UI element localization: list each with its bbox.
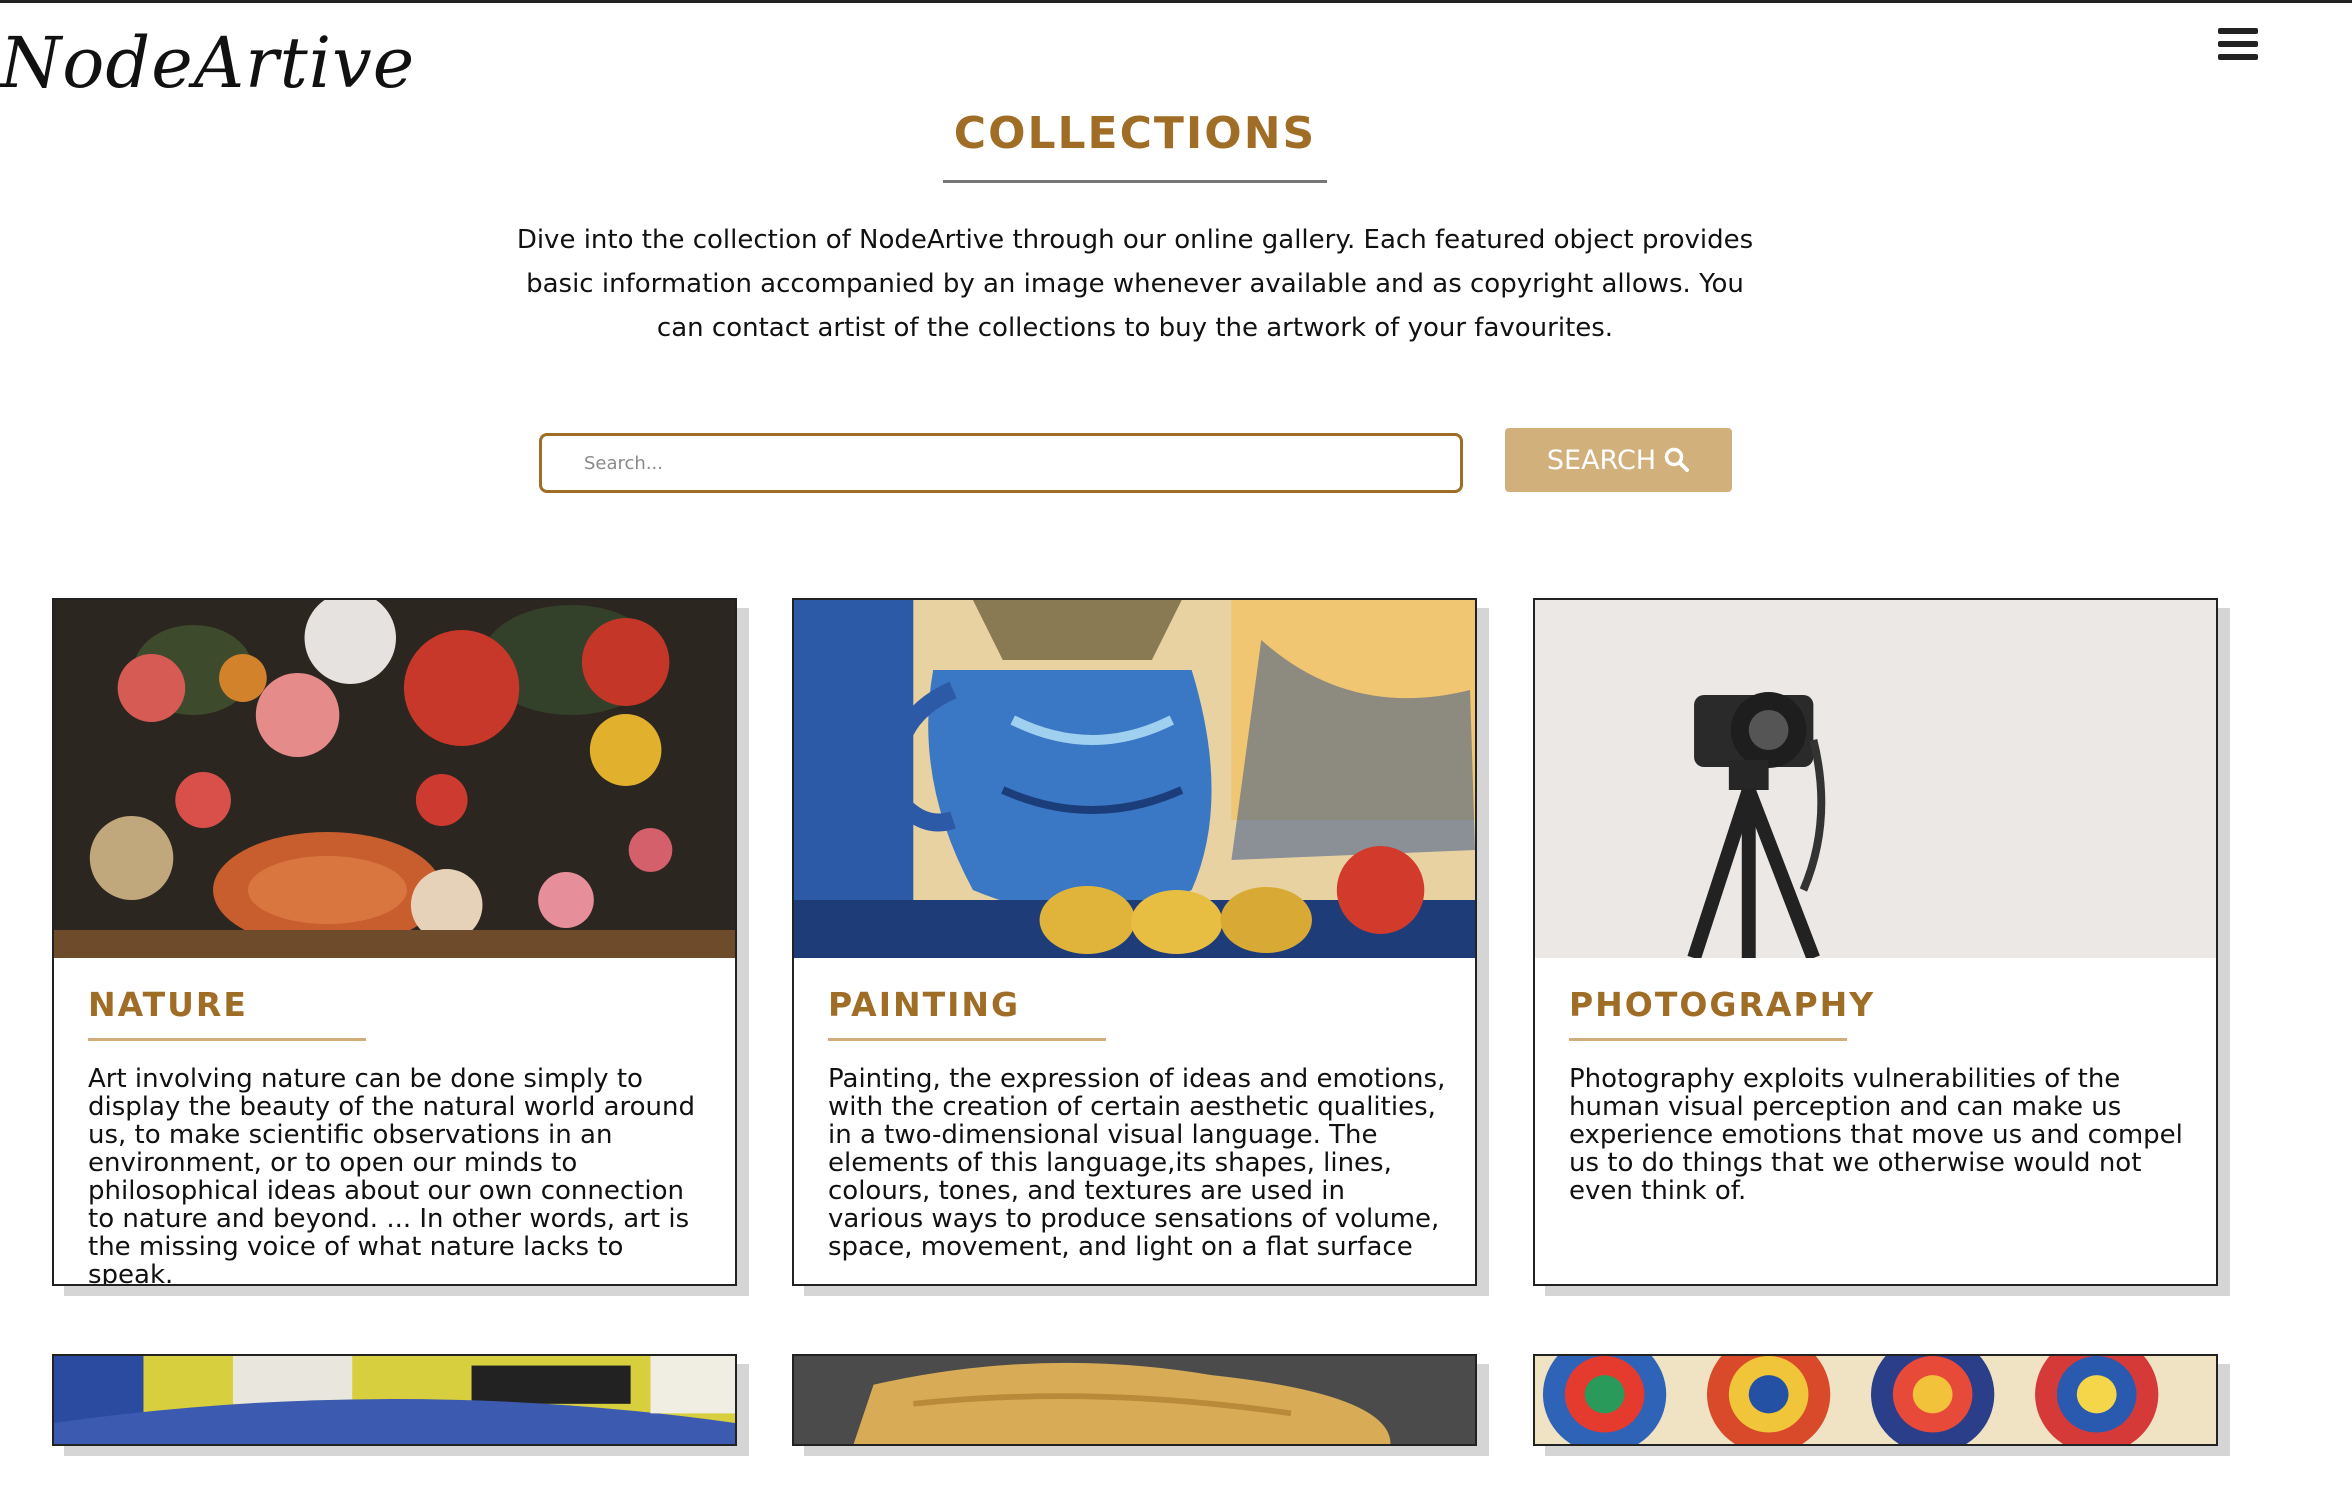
intro-text: Dive into the collection of NodeArtive t… (516, 225, 1754, 343)
concentric-circles-painting-image (1535, 1356, 2216, 1444)
card-title-underline (88, 1038, 366, 1041)
blue-pitcher-painting-image (794, 600, 1475, 958)
collection-card-partial-2[interactable] (792, 1354, 1477, 1446)
yellow-sculpture-photo-image (794, 1356, 1475, 1444)
collection-card-painting[interactable]: PAINTING Painting, the expression of ide… (792, 598, 1477, 1286)
card-image[interactable] (794, 600, 1475, 958)
card-description: Art involving nature can be done simply … (88, 1064, 696, 1286)
collection-card-partial-3[interactable] (1533, 1354, 2218, 1446)
collection-card-photography[interactable]: PHOTOGRAPHY Photography exploits vulnera… (1533, 598, 2218, 1286)
search-button-label: SEARCH (1546, 444, 1657, 476)
card-description: Photography exploits vulnerabilities of … (1569, 1064, 2183, 1206)
top-border (0, 0, 2352, 3)
search-button[interactable]: SEARCH (1505, 428, 1732, 492)
hamburger-menu-icon[interactable] (2218, 28, 2258, 68)
search-input[interactable] (539, 433, 1463, 493)
title-underline (943, 180, 1327, 183)
card-image[interactable] (54, 600, 735, 958)
camera-tripod-photo-image (1535, 600, 2216, 958)
card-description: Painting, the expression of ideas and em… (828, 1064, 1446, 1262)
card-title-underline (1569, 1038, 1847, 1041)
collection-card-nature[interactable]: NATURE Art involving nature can be done … (52, 598, 737, 1286)
card-title: PAINTING (828, 985, 1021, 1024)
collection-card-partial-1[interactable] (52, 1354, 737, 1446)
site-logo[interactable]: NodeArtive (0, 18, 450, 108)
floral-still-life-image (54, 600, 735, 958)
page-title: COLLECTIONS (953, 108, 1317, 159)
card-image[interactable] (1535, 600, 2216, 958)
card-title: NATURE (88, 985, 248, 1024)
card-title-underline (828, 1038, 1106, 1041)
search-icon (1664, 447, 1690, 472)
card-title: PHOTOGRAPHY (1569, 985, 1876, 1024)
abstract-yellow-painting-image (54, 1356, 735, 1444)
